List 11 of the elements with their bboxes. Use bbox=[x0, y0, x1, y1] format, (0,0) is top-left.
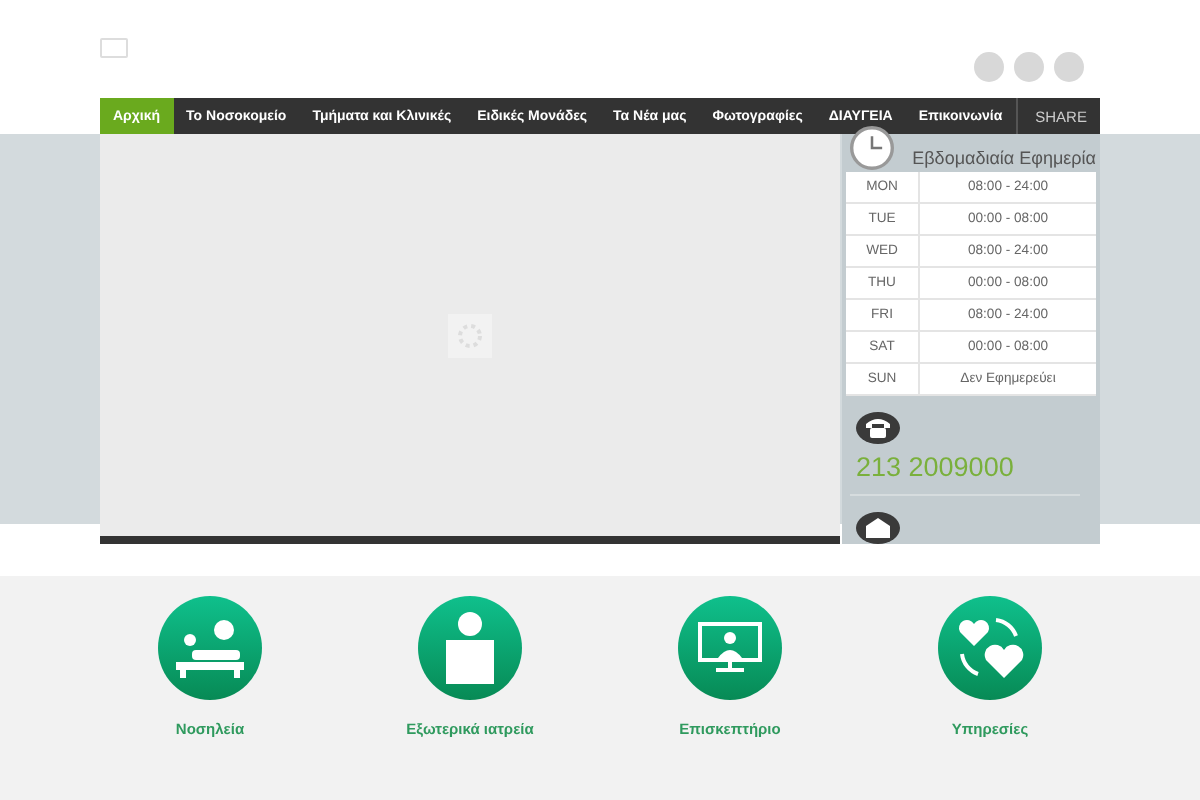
phone-number: 213 2009000 bbox=[854, 450, 1016, 483]
service-icon-button[interactable] bbox=[678, 596, 782, 700]
service-icon-button[interactable] bbox=[418, 596, 522, 700]
hearts-icon bbox=[956, 614, 1024, 682]
bed-icon bbox=[176, 618, 244, 678]
service-icon-button[interactable] bbox=[158, 596, 262, 700]
service-icon-button[interactable] bbox=[938, 596, 1042, 700]
schedule-title: Εβδομαδιαία Εφημερία bbox=[912, 146, 1096, 172]
phone-icon bbox=[856, 412, 900, 445]
monitor-icon bbox=[696, 618, 764, 678]
logo-placeholder bbox=[100, 38, 128, 58]
